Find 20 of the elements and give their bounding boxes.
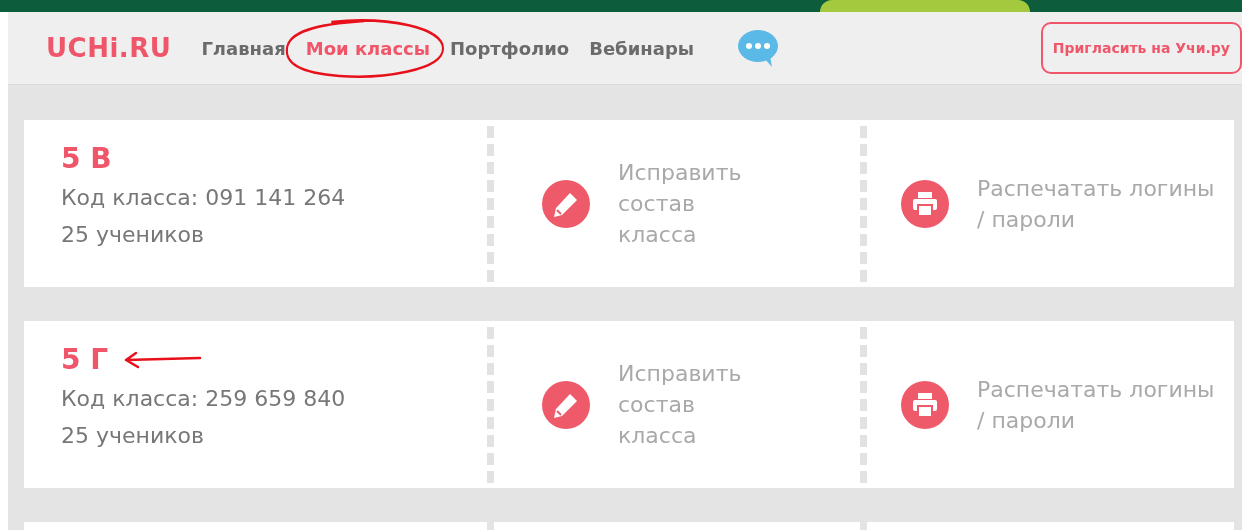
student-count: 25 учеников	[61, 423, 205, 448]
action-link[interactable]: Исправить состав класса	[618, 157, 778, 250]
logo[interactable]: UCHi.RU	[46, 33, 172, 63]
action-link[interactable]: Распечатать логины / пароли	[977, 172, 1217, 235]
pencil-icon	[542, 380, 590, 429]
nav-tab[interactable]: Вебинары	[589, 37, 695, 59]
class-name[interactable]: 5 Г	[61, 343, 109, 376]
action-link[interactable]: Распечатать логины / пароли	[977, 373, 1217, 436]
nav-tab[interactable]: Портфолио	[450, 37, 570, 59]
class-code: Код класса: 259 659 840	[61, 386, 347, 411]
invite-button[interactable]: Пригласить на Учи.ру	[1040, 22, 1242, 74]
class-name[interactable]: 5 В	[61, 142, 112, 175]
class-code: Код класса: 091 141 264	[61, 185, 347, 210]
action-link[interactable]: Исправить состав класса	[618, 358, 778, 451]
nav-tab[interactable]: Главная	[201, 37, 286, 59]
printer-icon	[901, 380, 949, 429]
printer-icon	[901, 179, 949, 228]
nav-tab[interactable]: Мои классы	[305, 37, 431, 59]
student-count: 25 учеников	[61, 222, 205, 247]
pencil-icon	[542, 179, 590, 228]
